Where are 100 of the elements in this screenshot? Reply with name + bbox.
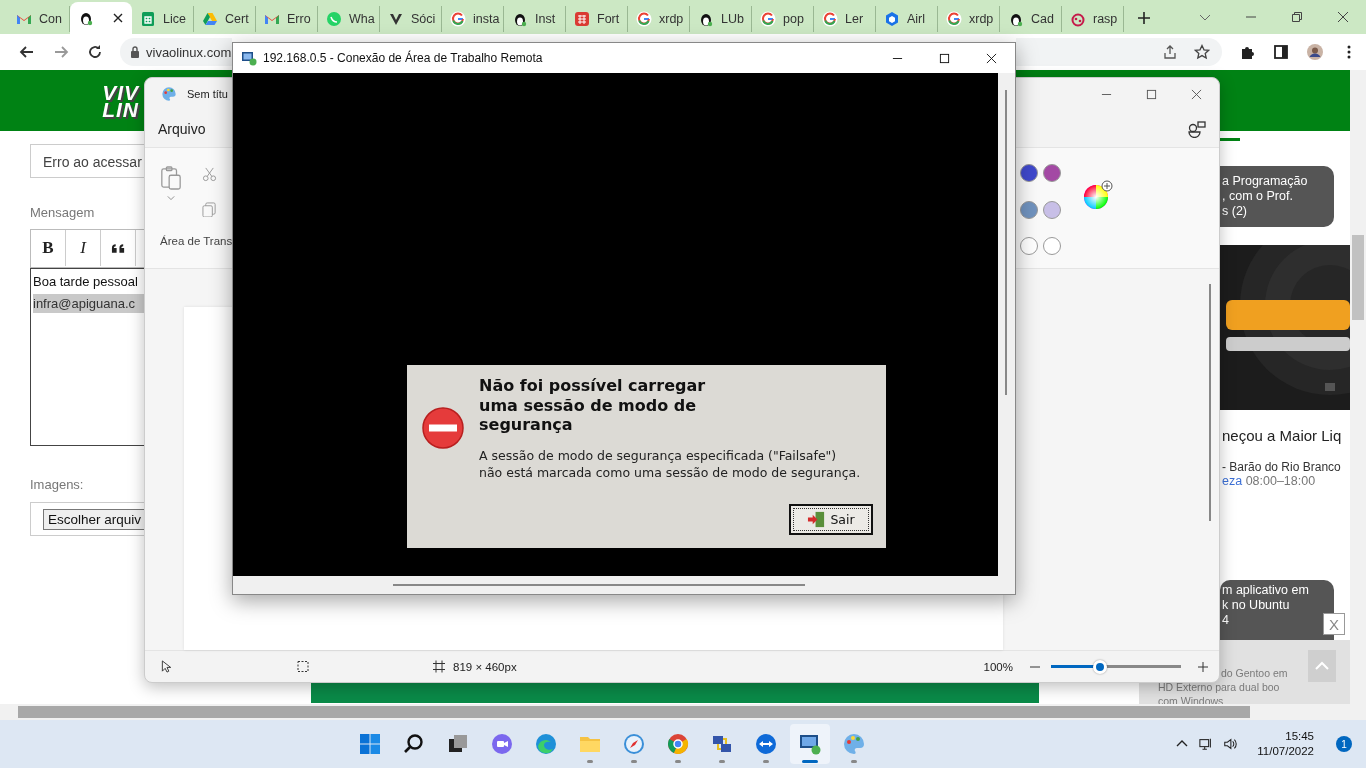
color-swatch[interactable]	[1020, 237, 1038, 256]
message-editor[interactable]: Boa tarde pessoal infra@apiguana.c	[30, 268, 144, 446]
google-icon	[822, 11, 838, 27]
network-icon[interactable]	[1199, 737, 1214, 751]
article-title[interactable]: neçou a Maior Liq	[1220, 427, 1350, 444]
back-icon[interactable]	[19, 44, 35, 60]
browser-tab[interactable]: Inst	[504, 6, 566, 32]
message-label: Mensagem	[30, 205, 96, 220]
tab-title: Fort	[597, 12, 620, 26]
browser-tab[interactable]: Cad	[1000, 6, 1062, 32]
scrollbar[interactable]	[0, 704, 1366, 720]
card-text: m aplicativo em	[1222, 583, 1310, 598]
browser-tab[interactable]: Erro	[256, 6, 318, 32]
choose-file-button[interactable]: Escolher arquiv	[43, 509, 144, 530]
browser-tab[interactable]: Cert	[194, 6, 256, 32]
google-icon	[450, 11, 466, 27]
card-text: a Programação	[1222, 174, 1309, 189]
browser-tab[interactable]: Lice	[132, 6, 194, 32]
tab-title: xrdp	[969, 12, 994, 26]
tab-title: Inst	[535, 12, 556, 26]
close-icon[interactable]	[986, 52, 997, 64]
grid-icon	[574, 11, 590, 27]
side-panel-icon[interactable]	[1273, 44, 1289, 60]
group-label: Área de Trans	[160, 235, 233, 247]
pointer-icon	[161, 660, 173, 673]
color-swatch[interactable]	[1043, 164, 1061, 182]
error-icon	[421, 406, 465, 450]
new-tab-icon[interactable]	[1138, 12, 1150, 24]
color-swatch[interactable]	[1020, 164, 1038, 182]
browser-tab[interactable]: Wha	[318, 6, 380, 32]
course-card[interactable]: a Programação , com o Prof. s (2)	[1220, 166, 1334, 227]
site-logo[interactable]: LIN	[102, 100, 139, 118]
tab-title: xrdp	[659, 12, 684, 26]
close-button[interactable]: X	[1323, 613, 1345, 635]
google-icon	[636, 11, 652, 27]
popup-text: HD Externo para dual boo	[1158, 682, 1281, 693]
tab-title: Wha	[349, 12, 375, 26]
browser-tab[interactable]: insta	[442, 6, 504, 32]
reload-icon[interactable]	[87, 44, 103, 60]
taskbar-app[interactable]	[789, 724, 830, 764]
color-swatch[interactable]	[1043, 237, 1061, 256]
tab-title: Con	[39, 12, 62, 26]
close-icon[interactable]	[113, 13, 123, 23]
browser-tab[interactable]	[70, 2, 132, 34]
maximize-icon[interactable]	[939, 52, 950, 64]
tab-title: rasp	[1093, 12, 1118, 26]
site-logo[interactable]: VIV	[102, 83, 139, 101]
berry-icon	[1070, 11, 1086, 27]
card-text: s (2)	[1222, 204, 1248, 219]
file-menu[interactable]: Arquivo	[158, 120, 206, 137]
browser-tab[interactable]: pop	[752, 6, 814, 32]
store-link[interactable]: eza	[1222, 474, 1243, 488]
restore-icon[interactable]	[1291, 11, 1303, 23]
compass-icon	[621, 732, 646, 756]
quote-icon	[110, 242, 126, 254]
triangle-icon	[202, 11, 218, 27]
tab-title: Erro	[287, 12, 311, 26]
zoom-in-icon[interactable]	[1197, 660, 1209, 673]
avatar-icon[interactable]	[1307, 44, 1323, 60]
exit-button[interactable]: Sair	[789, 504, 873, 535]
penguin-icon	[698, 11, 714, 27]
card-text: , com o Prof.	[1222, 189, 1294, 204]
share-icon[interactable]	[1162, 44, 1178, 60]
browser-tab[interactable]: Fort	[566, 6, 628, 32]
maximize-icon[interactable]	[1146, 88, 1157, 100]
notification-badge[interactable]: 1	[1336, 736, 1352, 752]
scrollbar[interactable]	[1350, 70, 1366, 704]
star-icon[interactable]	[1194, 44, 1210, 60]
puzzle-icon[interactable]	[1239, 44, 1255, 60]
store-address: - Barão do Rio Branco	[1221, 460, 1342, 474]
color-picker-icon[interactable]	[1083, 180, 1113, 210]
browser-tab[interactable]: xrdp	[628, 6, 690, 32]
remote-screen[interactable]: Não foi possível carregar uma sessão de modo de segurança A sessão de modo de segurança especificada ("Failsafe") não está marcada como uma sessão de modo de segurança. Sair	[233, 73, 998, 576]
images-label: Imagens:	[30, 477, 85, 492]
volume-icon[interactable]	[1223, 737, 1238, 751]
card-text: k no Ubuntu	[1222, 598, 1291, 613]
remote-desktop-icon	[797, 732, 822, 756]
address-bar[interactable]: vivaolinux.com	[120, 38, 232, 66]
browser-tab[interactable]: Ler	[814, 6, 876, 32]
browser-tab[interactable]: xrdp	[938, 6, 1000, 32]
tab-title: pop	[783, 12, 804, 26]
chat-icon	[326, 11, 342, 27]
paste-icon[interactable]	[160, 165, 182, 191]
window-title: 192.168.0.5 - Conexão de Área de Trabalho Remota	[263, 51, 543, 65]
browser-tab[interactable]: Airl	[876, 6, 938, 32]
shield-icon	[388, 11, 404, 27]
tab-title: insta	[473, 12, 500, 26]
browser-tab[interactable]: Sóci	[380, 6, 442, 32]
video-chat-icon	[489, 732, 514, 756]
popup-text: do Gentoo em	[1221, 668, 1288, 679]
browser-tab[interactable]: rasp	[1062, 6, 1124, 32]
browser-tab[interactable]: LUb	[690, 6, 752, 32]
palette-icon	[161, 86, 177, 102]
clock[interactable]: 15:45 11/07/2022	[1257, 729, 1314, 759]
shapes-icon[interactable]	[1187, 119, 1207, 138]
color-swatch[interactable]	[1043, 200, 1061, 219]
close-icon[interactable]	[1337, 11, 1349, 23]
forward-icon[interactable]	[53, 44, 69, 60]
color-swatch[interactable]	[1020, 200, 1038, 219]
penguin-icon	[1008, 11, 1024, 27]
